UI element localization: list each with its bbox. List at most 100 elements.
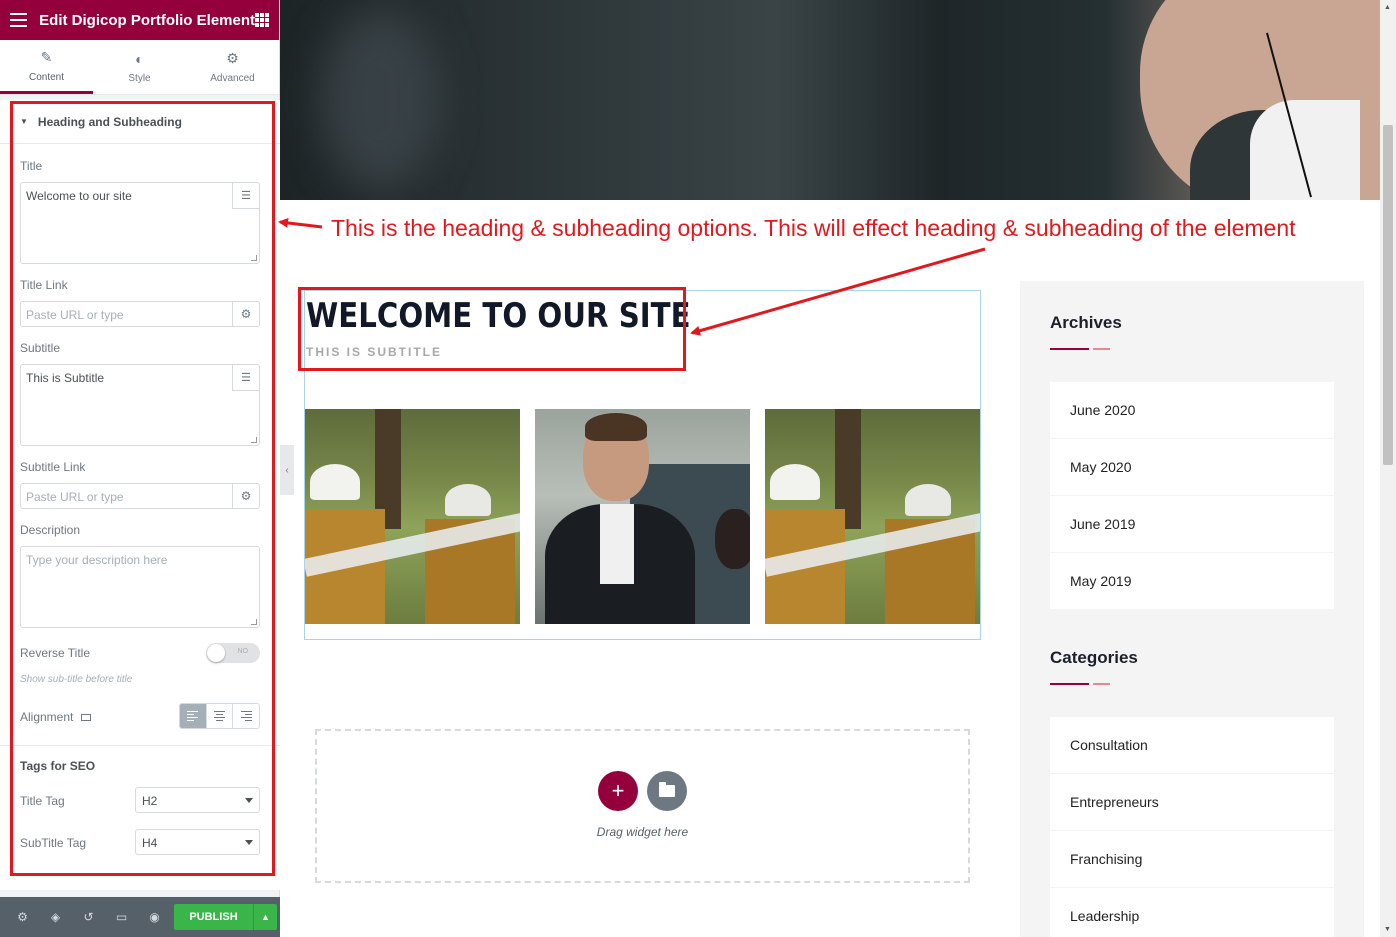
navigator-layers-icon[interactable]: ◈ [39, 910, 72, 924]
page-scrollbar[interactable]: ▲ ▼ [1380, 0, 1396, 937]
highlight-box-heading [298, 287, 686, 371]
dynamic-tags-icon[interactable]: ☰ [232, 183, 259, 209]
archive-link[interactable]: June 2019 [1050, 496, 1334, 552]
align-right-button[interactable] [232, 704, 259, 728]
seo-heading: Tags for SEO [20, 759, 96, 773]
title-link-placeholder: Paste URL or type [26, 308, 124, 322]
tab-advanced-label: Advanced [210, 73, 255, 84]
tab-style-label: Style [128, 72, 151, 84]
subtitle-link-input[interactable]: Paste URL or type ⚙ [20, 483, 260, 509]
responsive-mode-icon[interactable]: ▭ [105, 910, 138, 924]
collapse-panel-handle[interactable]: ‹ [280, 445, 294, 495]
drag-widget-text: Drag widget here [596, 825, 689, 839]
contrast-icon: ◐ [135, 50, 144, 67]
title-tag-label: Title Tag [20, 794, 65, 808]
preview-eye-icon[interactable]: ◉ [138, 910, 171, 924]
toggle-knob [207, 644, 225, 662]
caret-down-icon: ▼ [20, 117, 28, 126]
title-label: Title [20, 159, 43, 173]
widgets-grid-icon[interactable] [255, 13, 269, 27]
gear-icon: ⚙ [226, 50, 239, 66]
subtitle-value: This is Subtitle [26, 371, 105, 385]
archives-title: Archives [1050, 313, 1122, 332]
arrow-to-panel [278, 217, 323, 229]
title-value: Welcome to our site [26, 189, 132, 203]
alignment-label: Alignment [20, 710, 92, 724]
title-tag-value: H2 [142, 794, 158, 808]
scroll-up-icon[interactable]: ▲ [1384, 4, 1391, 11]
category-link[interactable]: Entrepreneurs [1050, 774, 1334, 830]
portfolio-item-security-agent[interactable] [535, 409, 750, 624]
tab-style[interactable]: ◐ Style [93, 40, 186, 94]
hero-image [280, 0, 1380, 200]
align-center-icon [214, 711, 225, 721]
settings-icon[interactable]: ⚙ [6, 910, 39, 924]
folder-icon [659, 782, 675, 797]
align-right-icon [240, 711, 252, 721]
resize-handle[interactable] [251, 619, 257, 625]
subtitle-link-label: Subtitle Link [20, 460, 86, 474]
categories-title: Categories [1050, 648, 1138, 667]
hamburger-menu-icon[interactable] [10, 13, 28, 27]
category-link[interactable]: Leadership [1050, 888, 1334, 937]
publish-options-caret-icon[interactable]: ▲ [253, 904, 277, 930]
subtitle-tag-select[interactable]: H4 [135, 829, 260, 855]
description-placeholder: Type your description here [26, 553, 168, 567]
annotation-text: This is the heading & subheading options… [331, 215, 1296, 241]
alignment-label-text: Alignment [20, 710, 74, 724]
subtitle-tag-label: SubTitle Tag [20, 836, 87, 850]
portfolio-item-firefighters-2[interactable] [765, 409, 980, 624]
align-left-button[interactable] [180, 704, 206, 728]
archive-link[interactable]: May 2020 [1050, 439, 1334, 495]
panel-footer: ⚙ ◈ ↺ ▭ ◉ PUBLISH ▲ [0, 897, 280, 937]
title-link-input[interactable]: Paste URL or type ⚙ [20, 301, 260, 327]
tab-advanced[interactable]: ⚙ Advanced [186, 40, 279, 94]
chevron-down-icon [245, 840, 253, 845]
panel-header: Edit Digicop Portfolio Element [0, 0, 279, 40]
title-textarea[interactable]: Welcome to our site ☰ [20, 182, 260, 264]
tab-content[interactable]: ✎ Content [0, 40, 93, 94]
align-center-button[interactable] [205, 704, 233, 728]
section-divider [0, 745, 280, 746]
category-link[interactable]: Consultation [1050, 717, 1334, 773]
link-options-gear-icon[interactable]: ⚙ [232, 302, 259, 326]
alignment-group [179, 703, 260, 729]
scroll-down-icon[interactable]: ▼ [1384, 926, 1391, 933]
title-link-label: Title Link [20, 278, 68, 292]
resize-handle[interactable] [251, 255, 257, 261]
editor-panel: Edit Digicop Portfolio Element ✎ Content… [0, 0, 280, 937]
add-template-button[interactable] [647, 771, 687, 811]
subtitle-link-placeholder: Paste URL or type [26, 490, 124, 504]
add-section-button[interactable]: + [598, 771, 638, 811]
panel-tabs: ✎ Content ◐ Style ⚙ Advanced [0, 40, 279, 95]
section-header[interactable]: ▼ Heading and Subheading [0, 100, 280, 144]
reverse-title-toggle[interactable]: NO [206, 643, 260, 663]
category-link[interactable]: Franchising [1050, 831, 1334, 887]
link-options-gear-icon[interactable]: ⚙ [232, 484, 259, 508]
section-title: Heading and Subheading [37, 114, 182, 129]
description-label: Description [20, 523, 81, 537]
title-tag-select[interactable]: H2 [135, 787, 260, 813]
pencil-icon: ✎ [40, 48, 53, 65]
toggle-state: NO [237, 648, 249, 655]
desktop-icon[interactable] [81, 714, 92, 722]
tab-content-label: Content [28, 71, 65, 83]
history-icon[interactable]: ↺ [72, 910, 105, 924]
resize-handle[interactable] [251, 437, 257, 443]
subtitle-tag-value: H4 [142, 836, 158, 850]
dynamic-tags-icon[interactable]: ☰ [232, 365, 259, 391]
publish-button[interactable]: PUBLISH [174, 904, 253, 930]
description-textarea[interactable]: Type your description here [20, 546, 260, 628]
scrollbar-thumb[interactable] [1383, 125, 1393, 465]
reverse-title-label: Reverse Title [20, 646, 91, 660]
widget-dropzone[interactable] [315, 729, 970, 883]
portfolio-item-firefighters[interactable] [305, 409, 520, 624]
align-left-icon [187, 711, 199, 721]
reverse-title-hint: Show sub-title before title [20, 674, 133, 685]
archive-link[interactable]: May 2019 [1050, 553, 1334, 609]
subtitle-textarea[interactable]: This is Subtitle ☰ [20, 364, 260, 446]
chevron-down-icon [245, 798, 253, 803]
subtitle-label: Subtitle [20, 341, 61, 355]
archive-link[interactable]: June 2020 [1050, 382, 1334, 438]
panel-title: Edit Digicop Portfolio Element [39, 11, 255, 29]
